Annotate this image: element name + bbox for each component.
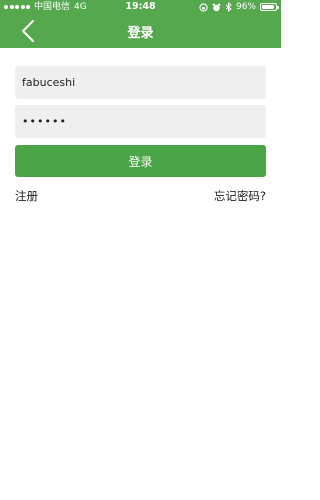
- alarm-icon: [212, 2, 221, 11]
- page-title: 登录: [127, 26, 154, 41]
- register-link[interactable]: 注册: [15, 188, 38, 204]
- status-right: 96%: [199, 0, 279, 14]
- battery-percent: 96%: [235, 2, 256, 12]
- bluetooth-icon: [225, 2, 232, 12]
- battery-fill: [262, 5, 275, 9]
- username-input[interactable]: [15, 66, 266, 99]
- login-button[interactable]: 登录: [15, 145, 266, 177]
- nav-header: 中国电信 4G 19:48 96% 登录: [0, 0, 281, 48]
- forgot-password-link[interactable]: 忘记密码?: [214, 188, 266, 204]
- status-bar: 中国电信 4G 19:48 96%: [0, 0, 281, 14]
- battery-icon: [260, 3, 279, 11]
- password-input[interactable]: [15, 105, 266, 138]
- lock-rotation-icon: [199, 2, 208, 12]
